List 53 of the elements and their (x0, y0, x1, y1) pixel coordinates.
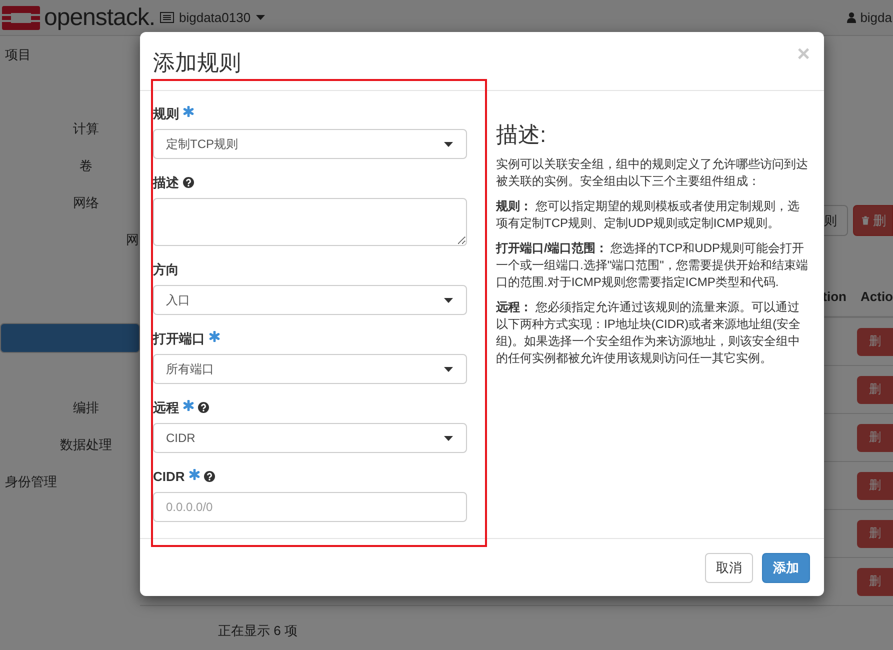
delete-button[interactable]: 删 (857, 376, 893, 404)
field-label: 打开端口 (153, 330, 205, 348)
item-count: 正在显示 6 项 (218, 622, 298, 640)
sidebar-item[interactable]: 数据处理 (0, 426, 140, 463)
trash-icon (862, 215, 869, 226)
description-heading: 描述: (496, 121, 548, 149)
help-icon[interactable] (198, 402, 209, 413)
input-field[interactable]: 0.0.0.0/0 (153, 492, 467, 522)
sidebar-item[interactable]: 计算 (0, 110, 140, 147)
caret-icon (444, 366, 453, 372)
delete-button[interactable]: 删 (857, 472, 893, 500)
description-field[interactable] (153, 198, 467, 246)
user-name[interactable]: bigda (860, 10, 892, 25)
description-text: 实例可以关联安全组，组中的规则定义了允许哪些访问到达被关联的实例。安全组由以下三个主要组件组成： (496, 156, 809, 190)
sidebar-item[interactable]: 编排 (0, 389, 140, 426)
caret-icon (444, 436, 453, 440)
user-icon (847, 12, 856, 23)
sidebar-item[interactable]: 网络 (0, 184, 140, 221)
delete-button[interactable]: 删 (853, 205, 893, 236)
cancel-button[interactable]: 取消 (705, 552, 753, 582)
field-label: 方向 (153, 260, 179, 278)
dialog-title: 添加规则 (153, 49, 241, 77)
dropdown[interactable]: 所有端口 (153, 354, 467, 384)
logo-icon (2, 6, 40, 30)
logo-text: openstack. (44, 4, 156, 32)
field-label: 规则 (153, 104, 179, 122)
caret-icon (444, 298, 453, 302)
caret-icon (256, 15, 265, 20)
description-text: 打开端口/端口范围： 您选择的TCP和UDP规则可能会打开一个或一组端口.选择"端口范围"，您需要提供开始和结束端口的范围.对于ICMP规则您需要指定ICMP类型和代码. (496, 240, 809, 291)
sidebar-item[interactable]: 网 (0, 221, 140, 258)
column-header: Actio (860, 288, 893, 304)
field-label: 远程 (153, 398, 179, 416)
help-icon[interactable] (204, 471, 215, 482)
delete-button[interactable]: 删 (857, 424, 893, 452)
dropdown[interactable]: 定制TCP规则 (153, 129, 467, 159)
field-label: CIDR (153, 469, 185, 484)
field-label: 描述 (153, 174, 179, 192)
project-dropdown[interactable]: bigdata0130 (160, 10, 265, 25)
sidebar-item[interactable]: 身份管理 (0, 463, 140, 500)
dropdown[interactable]: CIDR (153, 423, 467, 453)
sidebar-item[interactable]: 卷 (0, 147, 140, 184)
delete-button[interactable]: 删 (857, 520, 893, 548)
dropdown[interactable]: 入口 (153, 285, 467, 315)
server-icon (160, 12, 174, 23)
help-icon[interactable] (183, 177, 194, 188)
sidebar-item[interactable]: 项目 (0, 36, 140, 73)
column-header: tion (822, 288, 846, 304)
description-text: 规则： 您可以指定期望的规则模板或者使用定制规则，选项有定制TCP规则、定制UDP规则或定制ICMP规则。 (496, 198, 800, 232)
caret-icon (444, 142, 453, 146)
delete-button[interactable]: 删 (857, 568, 893, 596)
add-button[interactable]: 添加 (762, 552, 810, 582)
delete-button[interactable]: 删 (857, 328, 893, 356)
description-text: 远程： 您必须指定允许通过该规则的流量来源。可以通过以下两种方式实现：IP地址块(CIDR)或者来源地址组(安全组)。如果选择一个安全组作为来访源地址，则该安全组中的任何实例都被允许使用该规则访问任一其它实例。 (496, 299, 802, 367)
